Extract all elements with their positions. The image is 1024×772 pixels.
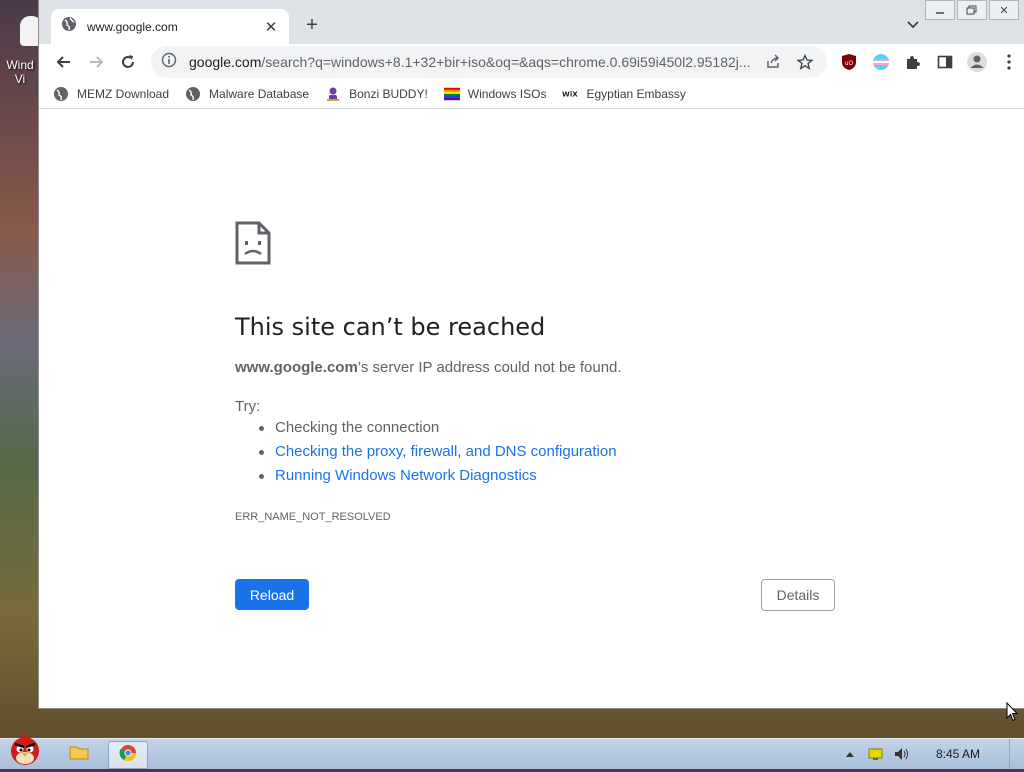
minimize-button[interactable] <box>925 0 955 20</box>
bookmark-memz-download[interactable]: MEMZ Download <box>53 86 169 102</box>
bookmark-star-icon[interactable] <box>793 50 817 74</box>
sad-page-icon <box>235 221 271 270</box>
svg-text:WiX: WiX <box>562 90 578 99</box>
close-tab-icon[interactable]: ✕ <box>263 19 279 36</box>
bookmark-windows-isos[interactable]: Windows ISOs <box>443 86 546 102</box>
back-button[interactable] <box>51 50 77 74</box>
extensions-puzzle-icon[interactable] <box>901 50 925 74</box>
file-explorer-taskbar-button[interactable] <box>60 741 98 767</box>
rainbow-flag-icon <box>443 86 460 102</box>
active-tab[interactable]: www.google.com ✕ <box>51 9 289 44</box>
suggestion-check-connection: Checking the connection <box>259 416 617 440</box>
error-code: ERR_NAME_NOT_RESOLVED <box>235 511 391 523</box>
action-center-flag-icon[interactable] <box>868 746 884 762</box>
profile-avatar-icon[interactable] <box>965 50 989 74</box>
tab-title: www.google.com <box>87 19 178 34</box>
url-text[interactable]: google.com/search?q=windows+8.1+32+bir+i… <box>189 54 753 70</box>
close-window-button[interactable]: ✕ <box>989 0 1019 20</box>
svg-text:uO: uO <box>845 60 854 67</box>
globe-icon <box>185 86 201 102</box>
angry-bird-start-icon <box>3 729 47 772</box>
chrome-taskbar-button[interactable] <box>108 741 148 769</box>
tab-strip: www.google.com ✕ + ✕ <box>39 0 1024 44</box>
globe-icon <box>53 86 69 102</box>
try-label: Try: <box>235 398 261 415</box>
folder-icon <box>69 743 89 766</box>
tab-search-chevron-icon[interactable] <box>903 14 923 34</box>
ublock-icon[interactable]: uO <box>837 50 861 74</box>
suggestion-check-proxy-link[interactable]: Checking the proxy, firewall, and DNS co… <box>259 440 617 464</box>
volume-icon[interactable] <box>894 746 910 762</box>
side-panel-icon[interactable] <box>933 50 957 74</box>
start-button[interactable] <box>0 729 50 772</box>
desktop-shortcut-label[interactable]: Wind Vi <box>0 58 40 86</box>
suggestions-list: Checking the connection Checking the pro… <box>259 416 617 488</box>
system-tray: 8:45 AM <box>842 739 980 769</box>
new-tab-button[interactable]: + <box>301 14 323 36</box>
suggestion-network-diagnostics-link[interactable]: Running Windows Network Diagnostics <box>259 464 617 488</box>
bookmark-egyptian-embassy[interactable]: WiX Egyptian Embassy <box>562 86 685 102</box>
mouse-cursor-icon <box>1006 701 1019 727</box>
error-host: www.google.com <box>235 359 358 376</box>
globe-icon <box>61 16 77 37</box>
bonzi-icon <box>325 86 341 102</box>
clock[interactable]: 8:45 AM <box>936 747 980 761</box>
maximize-button[interactable] <box>957 0 987 20</box>
pride-extension-icon[interactable] <box>869 50 893 74</box>
menu-kebab-icon[interactable] <box>997 50 1021 74</box>
taskbar: 8:45 AM <box>0 730 1024 769</box>
address-bar[interactable]: google.com/search?q=windows+8.1+32+bir+i… <box>151 46 827 78</box>
site-info-icon[interactable] <box>161 52 177 73</box>
error-description: www.google.com’s server IP address could… <box>235 359 622 376</box>
window-controls: ✕ <box>925 0 1019 20</box>
forward-button[interactable] <box>83 50 109 74</box>
bookmark-bonzi-buddy[interactable]: Bonzi BUDDY! <box>325 86 428 102</box>
chrome-icon <box>119 744 137 767</box>
bookmark-malware-database[interactable]: Malware Database <box>185 86 309 102</box>
error-title: This site can’t be reached <box>235 313 546 341</box>
toolbar: google.com/search?q=windows+8.1+32+bir+i… <box>39 44 1024 80</box>
details-button[interactable]: Details <box>761 579 835 611</box>
show-hidden-icons-icon[interactable] <box>842 746 858 762</box>
wix-icon: WiX <box>562 86 578 102</box>
share-icon[interactable] <box>761 50 785 74</box>
bookmarks-bar: MEMZ Download Malware Database Bonzi BUD… <box>39 80 1024 109</box>
show-desktop-button[interactable] <box>1009 739 1024 769</box>
chrome-window: www.google.com ✕ + ✕ google.com/search?q… <box>38 0 1024 709</box>
reload-button[interactable]: Reload <box>235 579 309 610</box>
reload-icon[interactable] <box>115 50 141 74</box>
